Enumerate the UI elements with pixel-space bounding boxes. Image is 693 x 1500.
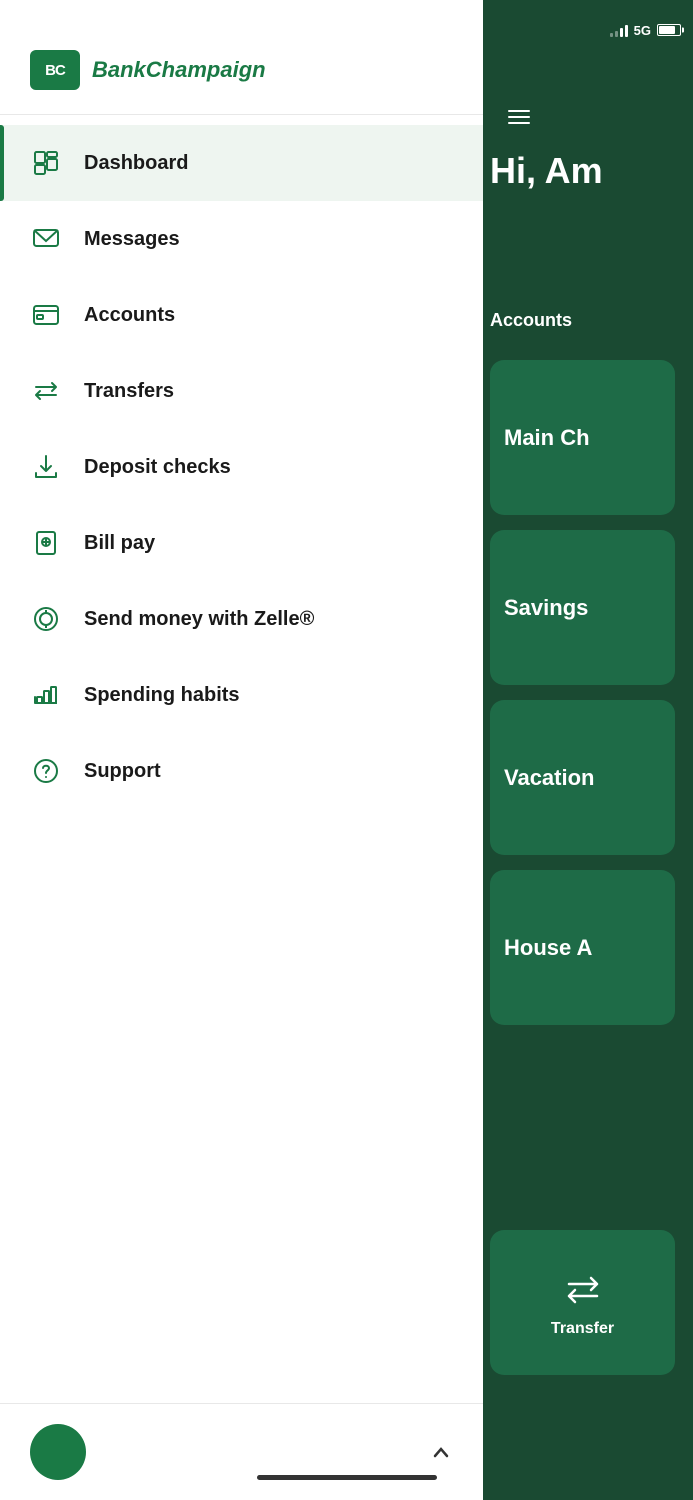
sidebar-item-bill-pay[interactable]: Bill pay (0, 505, 483, 581)
deposit-icon (30, 451, 62, 483)
logo-text: BankChampaign (92, 57, 266, 83)
sidebar-label-spending: Spending habits (84, 684, 240, 707)
hamburger-button[interactable] (503, 105, 535, 129)
logo-area: BC BankChampaign (0, 0, 483, 115)
spending-icon (30, 679, 62, 711)
signal-icon (610, 23, 628, 37)
sidebar-label-accounts: Accounts (84, 304, 175, 327)
messages-icon (30, 223, 62, 255)
status-bar: 5G (483, 0, 693, 60)
transfer-icon (561, 1268, 605, 1312)
transfers-icon (30, 375, 62, 407)
logo-box: BC (30, 50, 80, 90)
sidebar-label-deposit: Deposit checks (84, 456, 231, 479)
transfer-card[interactable]: Transfer (490, 1230, 675, 1375)
dashboard-icon (30, 147, 62, 179)
account-card-savings[interactable]: Savings (490, 530, 675, 685)
sidebar-item-dashboard[interactable]: Dashboard (0, 125, 483, 201)
accounts-section-label: Accounts (490, 310, 572, 331)
accounts-icon (30, 299, 62, 331)
sidebar-item-spending[interactable]: Spending habits (0, 657, 483, 733)
sidebar-label-dashboard: Dashboard (84, 152, 188, 175)
sidebar-label-bill-pay: Bill pay (84, 532, 155, 555)
network-label: 5G (634, 23, 651, 38)
account-card-main-ch[interactable]: Main Ch (490, 360, 675, 515)
bill-icon (30, 527, 62, 559)
sidebar-label-transfers: Transfers (84, 380, 174, 403)
sidebar-item-deposit-checks[interactable]: Deposit checks (0, 429, 483, 505)
sidebar-item-support[interactable]: Support (0, 733, 483, 809)
account-card-vacation[interactable]: Vacation (490, 700, 675, 855)
sidebar-item-transfers[interactable]: Transfers (0, 353, 483, 429)
battery-icon (657, 24, 681, 36)
transfer-label: Transfer (551, 1320, 614, 1338)
support-icon (30, 755, 62, 787)
greeting-text: Hi, Am (490, 150, 603, 192)
avatar[interactable] (30, 1424, 86, 1480)
sidebar: BC BankChampaign Dashboard (0, 0, 483, 1500)
sidebar-label-zelle: Send money with Zelle® (84, 608, 314, 631)
sidebar-item-zelle[interactable]: Send money with Zelle® (0, 581, 483, 657)
sidebar-item-messages[interactable]: Messages (0, 201, 483, 277)
sidebar-label-support: Support (84, 760, 161, 783)
sidebar-label-messages: Messages (84, 228, 180, 251)
sidebar-item-accounts[interactable]: Accounts (0, 277, 483, 353)
zelle-icon (30, 603, 62, 635)
chevron-up-icon[interactable] (429, 1440, 453, 1464)
sidebar-bottom (0, 1403, 483, 1500)
home-indicator (257, 1475, 437, 1480)
nav-list: Dashboard Messages Accounts (0, 115, 483, 819)
account-card-house[interactable]: House A (490, 870, 675, 1025)
